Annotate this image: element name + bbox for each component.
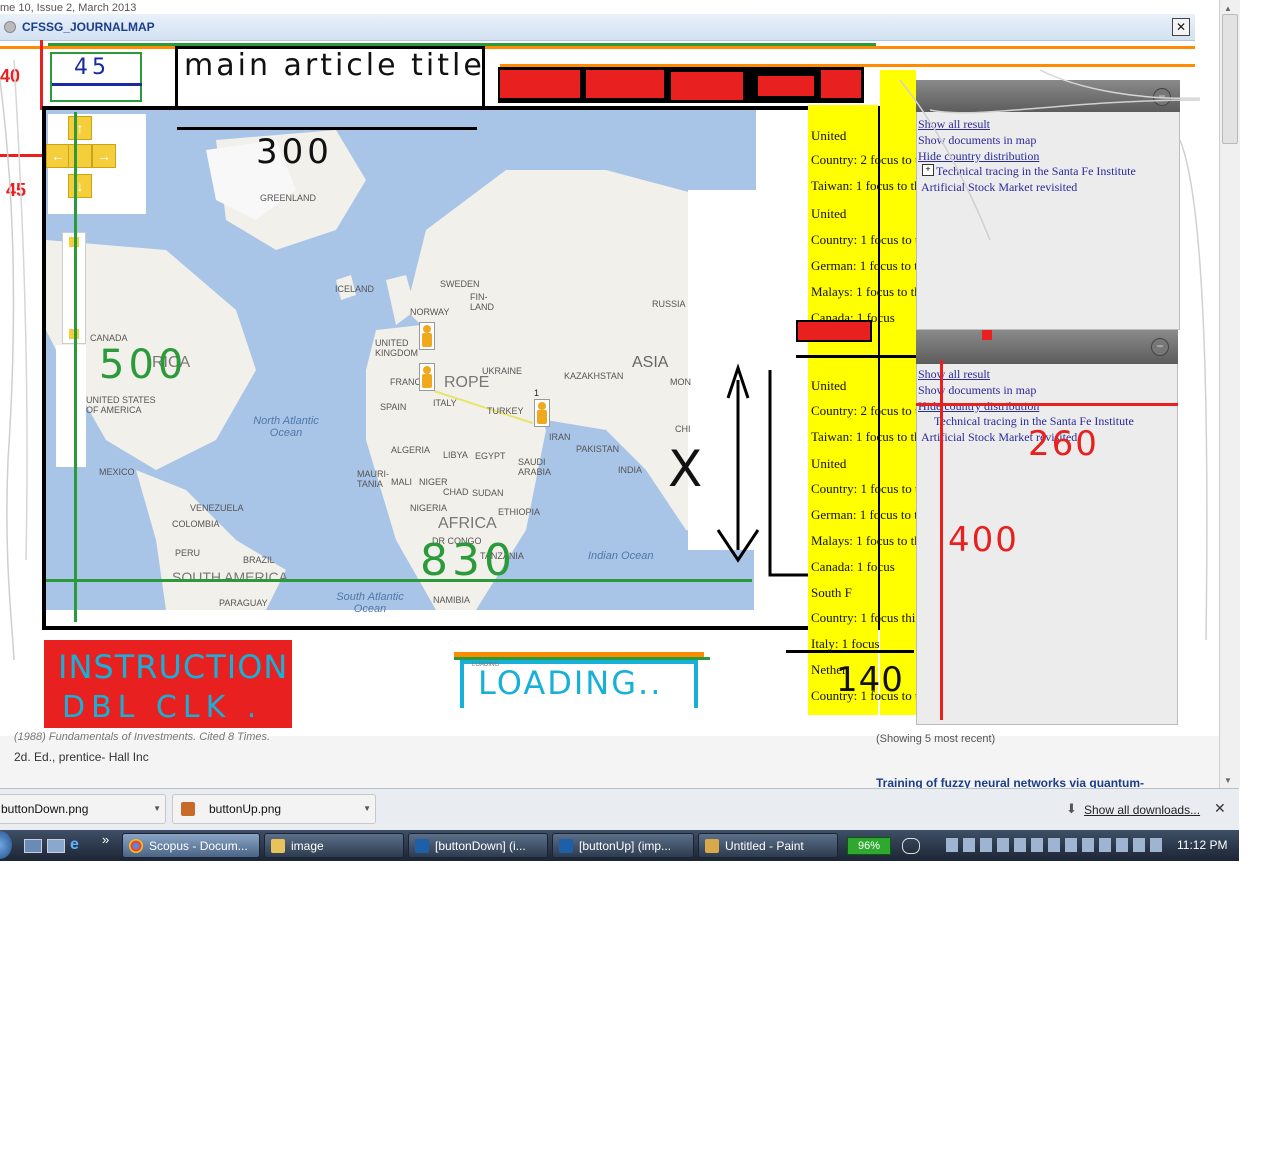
chevron-down-icon[interactable]: ▼	[363, 795, 371, 823]
photoshop-icon	[415, 839, 429, 853]
scroll-up-arrow-icon[interactable]: ▲	[1224, 4, 1232, 13]
taskbar-item[interactable]: [buttonDown] (i...	[408, 833, 548, 858]
taskbar-item[interactable]: image	[264, 833, 404, 858]
breadcrumb: me 10, Issue 2, March 2013	[0, 2, 137, 14]
folder-icon	[271, 839, 285, 853]
download-item[interactable]: buttonUp.png ▼	[172, 794, 376, 824]
photoshop-icon	[559, 839, 573, 853]
quicklaunch-chevron-icon[interactable]: »	[102, 832, 109, 847]
switch-windows-icon[interactable]	[47, 839, 65, 853]
tray-network-icon[interactable]	[902, 838, 920, 854]
download-item[interactable]: buttonDown.png ▼	[0, 794, 166, 824]
close-download-bar-button[interactable]: ✕	[1214, 800, 1226, 817]
reference-line-2: 2d. Ed., prentice- Hall Inc	[14, 750, 149, 764]
paint-icon	[705, 839, 719, 853]
zoom-level-badge[interactable]: 96%	[847, 837, 891, 855]
chevron-down-icon[interactable]: ▼	[153, 795, 161, 823]
show-all-downloads-link[interactable]: Show all downloads...	[1084, 803, 1200, 817]
tray-icons[interactable]	[946, 838, 1164, 852]
taskbar-item[interactable]: [buttonUp] (imp...	[552, 833, 694, 858]
download-arrow-icon: ⬇	[1066, 801, 1077, 816]
window-title-bar	[0, 14, 1195, 41]
image-file-icon	[181, 802, 195, 816]
internet-explorer-icon[interactable]: e	[70, 836, 79, 854]
window-icon	[4, 21, 16, 33]
close-button[interactable]: ✕	[1172, 18, 1190, 36]
clock[interactable]: 11:12 PM	[1177, 838, 1227, 852]
window-title: CFSSG_JOURNALMAP	[22, 20, 155, 34]
chrome-icon	[129, 839, 143, 853]
scroll-down-arrow-icon[interactable]: ▼	[1224, 776, 1232, 785]
show-desktop-icon[interactable]	[24, 839, 42, 853]
sketch-scribbles	[0, 59, 1208, 661]
taskbar-item[interactable]: Scopus - Docum...	[122, 833, 260, 858]
taskbar-item[interactable]: Untitled - Paint	[698, 833, 838, 858]
